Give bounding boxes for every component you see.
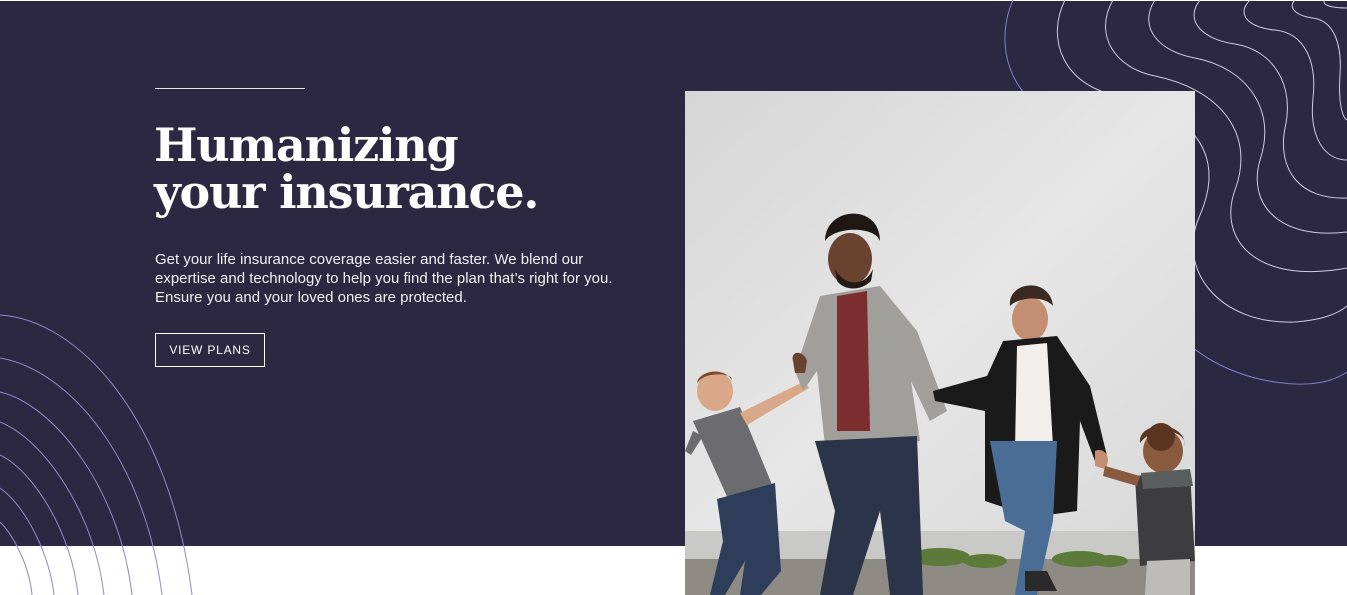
headline-line-2: your insurance. [154,165,539,219]
family-photo [685,91,1195,595]
hero-description: Get your life insurance coverage easier … [155,250,675,307]
page: Humanizing your insurance. Get your life… [0,0,1347,595]
description-line-2: expertise and technology to help you fin… [155,270,613,287]
description-line-3: Ensure you and your loved ones are prote… [155,289,467,306]
accent-rule [155,88,305,89]
family-photo-illustration [685,91,1195,595]
hero-headline: Humanizing your insurance. [154,122,654,216]
description-line-1: Get your life insurance coverage easier … [155,251,584,268]
view-plans-button[interactable]: VIEW PLANS [155,333,265,367]
headline-line-1: Humanizing [154,118,459,172]
